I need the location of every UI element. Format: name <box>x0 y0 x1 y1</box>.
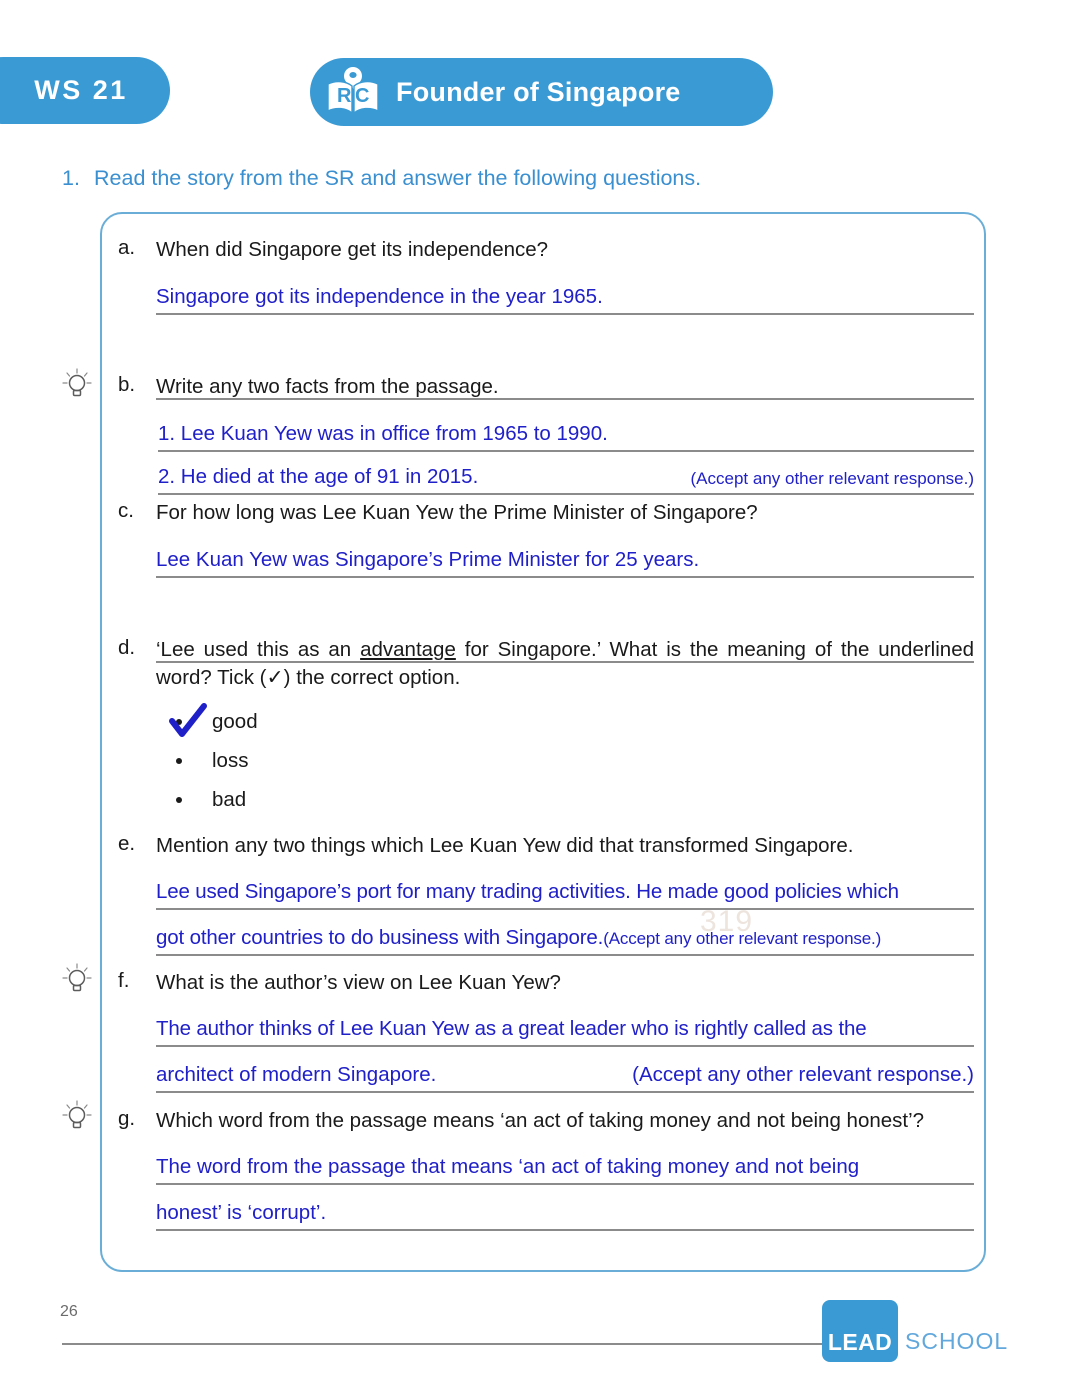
question-b-body: Write any two facts from the passage. 1.… <box>156 373 974 496</box>
question-b: b. Write any two facts from the passage.… <box>116 373 974 496</box>
question-g-answer-2: honest’ is ‘corrupt’. <box>156 1201 327 1225</box>
question-b-answer-line-1[interactable]: 1. Lee Kuan Yew was in office from 1965 … <box>158 411 974 453</box>
worksheet-title-pill: R C Founder of Singapore <box>310 58 773 126</box>
question-f-answer-line-1[interactable]: The author thinks of Lee Kuan Yew as a g… <box>156 1005 974 1048</box>
instruction-line: 1. Read the story from the SR and answer… <box>62 166 1002 191</box>
svg-text:R: R <box>337 85 352 107</box>
option-loss-label: loss <box>212 749 249 773</box>
worksheet-number-label: WS 21 <box>34 75 128 105</box>
question-g-prompt: Which word from the passage means ‘an ac… <box>156 1109 925 1132</box>
question-d: d. ‘Lee used this as an advantage for Si… <box>116 636 974 820</box>
question-b-answer-2: 2. He died at the age of 91 in 2015. <box>158 465 479 489</box>
instruction-text: Read the story from the SR and answer th… <box>94 166 702 190</box>
option-good[interactable]: good <box>156 703 974 742</box>
worksheet-number-tab: WS 21 <box>0 57 170 124</box>
question-f-letter: f. <box>118 969 130 992</box>
question-g: g. Which word from the passage means ‘an… <box>116 1107 974 1232</box>
question-b-answer-note: (Accept any other relevant response.) <box>690 469 974 489</box>
question-e-answer-line-1[interactable]: Lee used Singapore’s port for many tradi… <box>156 868 974 911</box>
question-e-answer-line-2[interactable]: got other countries to do business with … <box>156 914 974 957</box>
question-a-answer-line-1[interactable]: Singapore got its independence in the ye… <box>156 274 974 316</box>
question-f-body: What is the author’s view on Lee Kuan Ye… <box>156 969 974 1094</box>
instruction-number: 1. <box>62 166 80 190</box>
question-e-answer-2: got other countries to do business with … <box>156 926 881 950</box>
question-d-body: ‘Lee used this as an advantage for Singa… <box>156 636 974 820</box>
question-d-underlined-word: advantage <box>360 638 456 661</box>
option-bad-label: bad <box>212 788 247 812</box>
question-c-answer-line-1[interactable]: Lee Kuan Yew was Singapore’s Prime Minis… <box>156 537 974 579</box>
logo-school-text: SCHOOL <box>905 1328 1009 1354</box>
question-f-prompt: What is the author’s view on Lee Kuan Ye… <box>156 971 561 994</box>
option-loss[interactable]: loss <box>156 742 974 781</box>
option-bad-marker <box>156 786 212 814</box>
rc-book-icon: R C <box>324 66 382 118</box>
question-d-options: good loss bad <box>156 703 974 820</box>
question-a-prompt: When did Singapore get its independence? <box>156 238 549 261</box>
question-d-prompt-pre: ‘Lee used this as an <box>156 638 361 661</box>
question-f: f. What is the author’s view on Lee Kuan… <box>116 969 974 1094</box>
logo-badge: LEAD <box>822 1300 898 1362</box>
question-a-answer-1: Singapore got its independence in the ye… <box>156 285 603 309</box>
worksheet-title: Founder of Singapore <box>396 76 681 107</box>
footer-divider <box>62 1343 822 1345</box>
lead-school-logo: LEAD SCHOOL <box>822 1300 1008 1362</box>
hint-bulb-icon-b <box>62 368 92 400</box>
logo-lead-text: LEAD <box>827 1329 893 1355</box>
question-e-answer-note: (Accept any other relevant response.) <box>603 929 882 949</box>
option-bad[interactable]: bad <box>156 781 974 820</box>
question-g-answer-line-1[interactable]: The word from the passage that means ‘an… <box>156 1143 974 1186</box>
question-f-answer-line-2[interactable]: architect of modern Singapore. (Accept a… <box>156 1051 974 1094</box>
question-b-prompt: Write any two facts from the passage. <box>156 375 499 398</box>
question-e-answer-2-text: got other countries to do business with … <box>156 926 604 950</box>
question-g-answer-1: The word from the passage that means ‘an… <box>156 1155 860 1179</box>
svg-text:C: C <box>355 85 369 107</box>
question-c-answer-1: Lee Kuan Yew was Singapore’s Prime Minis… <box>156 548 700 572</box>
hint-bulb-icon-f <box>62 963 92 995</box>
question-f-answer-2: architect of modern Singapore. <box>156 1063 437 1087</box>
question-b-answer-1: 1. Lee Kuan Yew was in office from 1965 … <box>158 422 608 446</box>
questions-container: a. When did Singapore get its independen… <box>100 212 986 1272</box>
page-number: 26 <box>60 1303 78 1320</box>
option-good-label: good <box>212 710 258 734</box>
question-e: e. Mention any two things which Lee Kuan… <box>116 832 974 957</box>
page-header: WS 21 R C Founder of Singapore <box>0 57 1080 129</box>
question-e-letter: e. <box>118 832 136 855</box>
question-f-answer-note: (Accept any other relevant response.) <box>632 1063 974 1087</box>
bullet-icon <box>176 797 182 804</box>
bullet-icon <box>176 758 182 765</box>
check-mark-icon <box>166 701 208 741</box>
question-b-letter: b. <box>118 373 136 396</box>
question-c-prompt: For how long was Lee Kuan Yew the Prime … <box>156 501 758 524</box>
question-d-prompt: ‘Lee used this as an advantage for Singa… <box>156 636 974 693</box>
question-e-prompt: Mention any two things which Lee Kuan Ye… <box>156 834 854 857</box>
question-d-letter: d. <box>118 636 136 659</box>
question-g-answer-line-2[interactable]: honest’ is ‘corrupt’. <box>156 1189 974 1232</box>
option-good-marker <box>156 703 212 738</box>
question-e-answer-1: Lee used Singapore’s port for many tradi… <box>156 880 899 904</box>
question-e-body: Mention any two things which Lee Kuan Ye… <box>156 832 974 957</box>
question-b-answer-line-2[interactable]: 2. He died at the age of 91 in 2015. (Ac… <box>158 454 974 496</box>
question-g-body: Which word from the passage means ‘an ac… <box>156 1107 974 1232</box>
question-g-letter: g. <box>118 1107 136 1130</box>
hint-bulb-icon-g <box>62 1100 92 1132</box>
question-f-answer-1: The author thinks of Lee Kuan Yew as a g… <box>156 1017 867 1041</box>
option-loss-marker <box>156 747 212 775</box>
